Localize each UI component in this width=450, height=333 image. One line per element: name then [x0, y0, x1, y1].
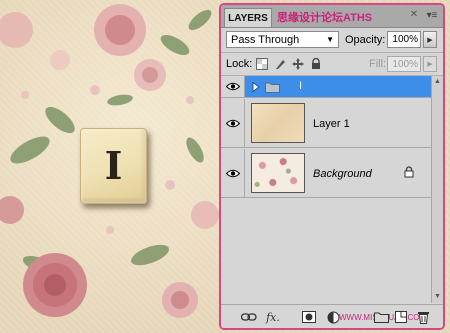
layer-mask-icon[interactable] — [301, 310, 317, 324]
lock-all-icon[interactable] — [309, 57, 322, 70]
tab-overlay-tail: ATHS — [343, 12, 373, 24]
lock-row: Lock: Fill: 100% ▶ — [221, 53, 443, 76]
link-layers-icon[interactable] — [241, 310, 257, 324]
tab-close-icon[interactable]: ✕ — [409, 10, 419, 20]
fx-icon[interactable]: fx. — [265, 310, 281, 324]
lock-position-icon[interactable] — [291, 57, 304, 70]
blend-mode-value: Pass Through — [231, 33, 300, 46]
trash-icon[interactable] — [415, 310, 431, 324]
blend-mode-select[interactable]: Pass Through ▼ — [226, 31, 339, 48]
fill-label: Fill: — [369, 58, 387, 70]
opacity-input[interactable]: 100% — [387, 31, 421, 48]
visibility-eye-icon[interactable] — [221, 99, 245, 147]
letter-tile[interactable]: I — [80, 128, 147, 204]
layer-thumbnail — [251, 153, 305, 193]
fill-input[interactable]: 100% — [387, 56, 421, 72]
new-layer-icon[interactable] — [393, 310, 409, 324]
opacity-label: Opacity: — [345, 34, 386, 46]
layer-name: Background — [313, 168, 372, 180]
panel-menu-icon[interactable]: ▾≡ — [425, 10, 439, 22]
layer-row-group-i[interactable]: I — [221, 76, 431, 98]
visibility-eye-icon[interactable] — [221, 149, 245, 197]
lock-transparent-icon[interactable] — [255, 57, 268, 70]
blend-options-row: Pass Through ▼ Opacity: 100% ▶ — [221, 28, 443, 53]
layers-scrollbar[interactable]: ▲ ▼ — [431, 76, 443, 303]
layer-name: Layer 1 — [313, 118, 350, 130]
layer-lock-icon — [404, 166, 414, 181]
tab-layers[interactable]: LAYERS — [224, 8, 272, 27]
layers-panel: LAYERS 思缘设计论坛ATHS ✕ ▾≡ Pass Through ▼ Op… — [219, 3, 445, 330]
panel-tab-bar: LAYERS 思缘设计论坛ATHS ✕ ▾≡ — [221, 5, 443, 28]
layer-name: I — [299, 80, 303, 92]
dropdown-arrow-icon: ▼ — [326, 35, 334, 44]
layers-list: I Layer 1 Background — [221, 76, 431, 303]
tile-letter: I — [104, 143, 123, 188]
tab-overlay-cn: 思缘设计论坛 — [277, 12, 343, 24]
scroll-down-icon[interactable]: ▼ — [432, 291, 443, 303]
scroll-up-icon[interactable]: ▲ — [432, 76, 443, 88]
layer-row-layer-1[interactable]: Layer 1 — [221, 99, 431, 148]
visibility-eye-icon[interactable] — [221, 76, 245, 97]
opacity-slider-button[interactable]: ▶ — [423, 31, 437, 48]
lock-label: Lock: — [226, 58, 253, 70]
layer-row-background[interactable]: Background — [221, 149, 431, 198]
layer-thumbnail — [251, 103, 305, 143]
expand-triangle-icon[interactable] — [252, 81, 260, 95]
new-group-icon[interactable] — [373, 310, 389, 324]
fill-slider-button[interactable]: ▶ — [423, 56, 437, 72]
panel-bottom-bar: fx. WWW.MISSYUAN.COM — [221, 304, 443, 328]
folder-icon — [265, 81, 280, 96]
tab-overlay-text: 思缘设计论坛ATHS — [277, 9, 372, 25]
lock-image-icon[interactable] — [273, 57, 286, 70]
